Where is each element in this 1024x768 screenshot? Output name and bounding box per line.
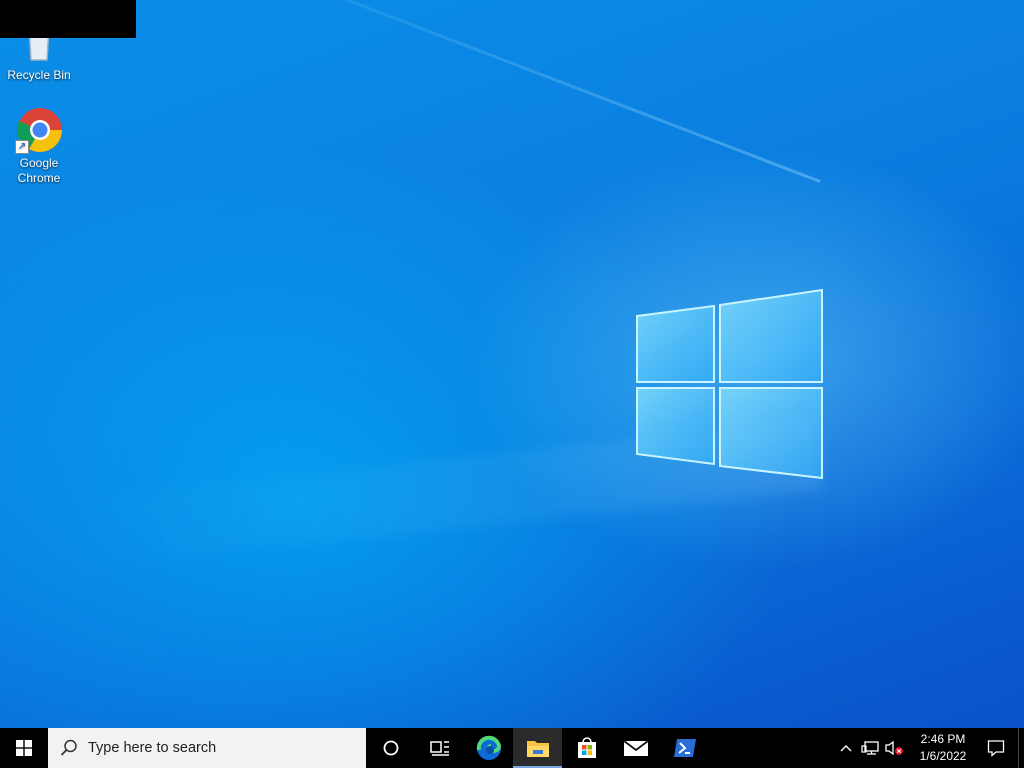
taskbar-clock[interactable]: 2:46 PM 1/6/2022 bbox=[912, 731, 974, 765]
edge-icon bbox=[476, 735, 501, 760]
clock-date: 1/6/2022 bbox=[919, 749, 967, 763]
file-explorer-icon bbox=[526, 741, 549, 757]
clock-time: 2:46 PM bbox=[920, 732, 966, 746]
powershell-icon bbox=[673, 739, 696, 757]
recycle-bin-label: Recycle Bin bbox=[7, 68, 71, 82]
google-chrome-desktop-icon[interactable]: ↗ Google Chrome bbox=[1, 108, 77, 186]
action-center-button[interactable] bbox=[974, 728, 1018, 768]
desktop-background[interactable]: Recycle Bin ↗ Google Chrome bbox=[0, 0, 1024, 728]
microsoft-store-icon bbox=[577, 737, 596, 758]
chrome-label-line2: Chrome bbox=[17, 171, 61, 185]
task-view-button[interactable] bbox=[415, 728, 464, 768]
taskbar: Type here to search 2:46 PM 1/6/2022 bbox=[0, 728, 1024, 768]
mail-icon bbox=[622, 740, 649, 756]
system-tray: 2:46 PM 1/6/2022 bbox=[834, 728, 1024, 768]
network-icon bbox=[861, 741, 879, 755]
show-hidden-icons-button[interactable] bbox=[834, 728, 858, 768]
windows-logo-wallpaper bbox=[636, 288, 823, 480]
notification-icon bbox=[987, 740, 1005, 757]
redaction-box bbox=[0, 0, 136, 38]
chrome-icon: ↗ bbox=[15, 108, 63, 154]
search-placeholder: Type here to search bbox=[88, 740, 217, 756]
mail-taskbar-button[interactable] bbox=[611, 728, 660, 768]
edge-taskbar-button[interactable] bbox=[464, 728, 513, 768]
powershell-taskbar-button[interactable] bbox=[660, 728, 709, 768]
cortana-button[interactable] bbox=[366, 728, 415, 768]
search-icon bbox=[60, 739, 77, 756]
file-explorer-taskbar-button[interactable] bbox=[513, 728, 562, 768]
volume-muted-icon bbox=[885, 740, 903, 756]
windows-start-icon bbox=[16, 740, 32, 756]
start-button[interactable] bbox=[0, 728, 48, 768]
chevron-up-icon bbox=[840, 745, 852, 752]
cortana-icon bbox=[383, 740, 398, 756]
volume-tray-button[interactable] bbox=[882, 728, 906, 768]
chrome-label-line1: Google bbox=[19, 156, 59, 170]
task-view-icon bbox=[429, 741, 449, 756]
network-tray-button[interactable] bbox=[858, 728, 882, 768]
microsoft-store-taskbar-button[interactable] bbox=[562, 728, 611, 768]
shortcut-arrow-icon: ↗ bbox=[15, 140, 29, 154]
show-desktop-button[interactable] bbox=[1018, 728, 1024, 768]
light-beam bbox=[165, 0, 821, 183]
search-box[interactable]: Type here to search bbox=[48, 728, 366, 768]
